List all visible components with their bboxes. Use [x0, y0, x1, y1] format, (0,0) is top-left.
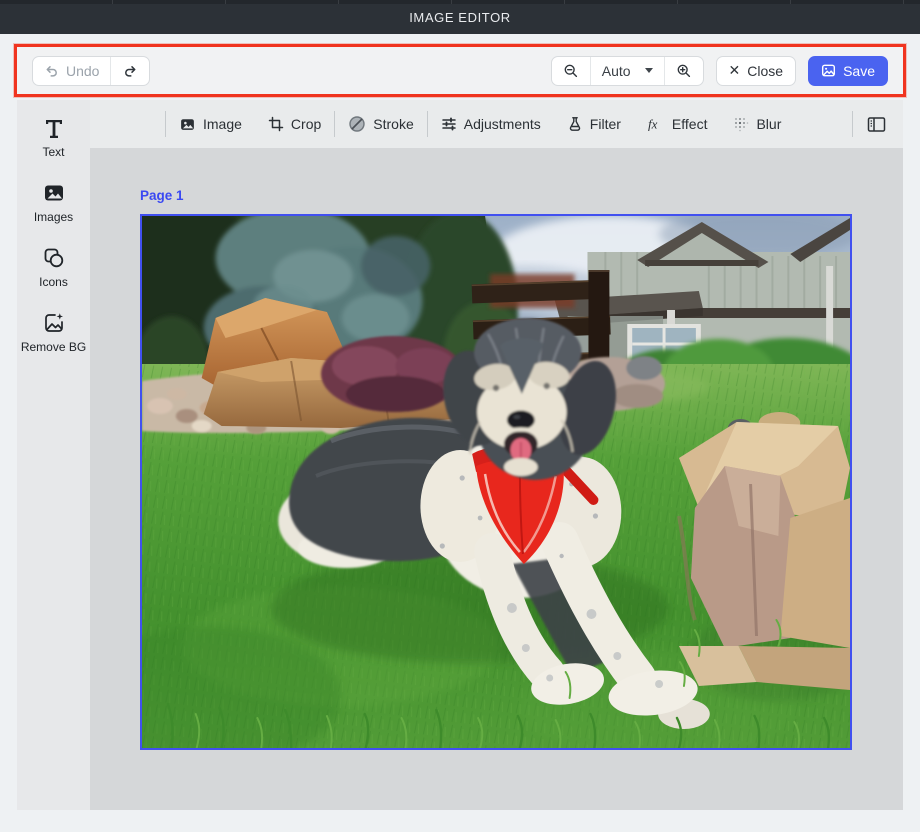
zoom-control-group: Auto	[551, 56, 704, 86]
blur-dots-icon	[733, 116, 749, 132]
tool-blur[interactable]: Blur	[720, 100, 794, 148]
stroke-none-icon	[348, 115, 366, 133]
fx-effect-icon: fx	[647, 116, 665, 132]
save-label: Save	[843, 63, 875, 79]
remove-bg-icon	[42, 311, 66, 335]
editor-main: Text Images Icons	[17, 100, 903, 810]
filter-flask-icon	[567, 116, 583, 132]
zoom-out-icon	[563, 63, 579, 79]
photo-dog-in-yard[interactable]	[142, 216, 850, 748]
tool-label: Effect	[672, 116, 708, 132]
tool-label: Adjustments	[464, 116, 541, 132]
image-icon	[179, 116, 196, 133]
adjustments-icon	[441, 116, 457, 132]
window-title: IMAGE EDITOR	[409, 10, 511, 25]
window-title-bar: IMAGE EDITOR	[0, 0, 920, 34]
artboard-page-1[interactable]	[140, 214, 852, 750]
tool-adjustments[interactable]: Adjustments	[428, 100, 554, 148]
redo-icon	[122, 63, 138, 79]
tool-label: Stroke	[373, 116, 413, 132]
tool-effect[interactable]: fx Effect	[634, 100, 721, 148]
undo-label: Undo	[66, 63, 99, 79]
zoom-level-dropdown[interactable]: Auto	[590, 57, 664, 85]
editor-column: Image Crop	[90, 100, 903, 810]
sidebar-item-label: Images	[34, 210, 73, 225]
main-toolbar: Undo Auto	[14, 44, 906, 97]
photo-purple-shrub	[321, 336, 464, 412]
chevron-down-icon	[645, 68, 653, 73]
image-save-icon	[821, 63, 836, 78]
side-panel-icon	[867, 116, 886, 133]
close-label: Close	[747, 63, 783, 79]
save-button[interactable]: Save	[808, 56, 888, 86]
images-icon	[42, 181, 66, 205]
text-icon	[42, 116, 66, 140]
zoom-in-button[interactable]	[664, 57, 703, 85]
tool-label: Blur	[756, 116, 781, 132]
redo-button[interactable]	[110, 57, 149, 85]
sidebar-item-label: Remove BG	[21, 340, 86, 355]
sidebar-item-images[interactable]: Images	[21, 181, 87, 225]
zoom-level-value: Auto	[602, 63, 631, 79]
undo-icon	[44, 63, 60, 79]
zoom-in-icon	[676, 63, 692, 79]
canvas-area[interactable]: Page 1	[90, 148, 903, 810]
icons-icon	[42, 246, 66, 270]
crop-icon	[268, 116, 284, 132]
tool-label: Filter	[590, 116, 621, 132]
close-icon: ✕	[729, 62, 741, 79]
undo-button[interactable]: Undo	[33, 57, 110, 85]
tool-image[interactable]: Image	[166, 100, 255, 148]
svg-text:fx: fx	[648, 117, 658, 132]
sidebar-item-text[interactable]: Text	[21, 116, 87, 160]
sidebar-item-label: Icons	[39, 275, 68, 290]
tool-stroke[interactable]: Stroke	[335, 100, 426, 148]
page-label: Page 1	[140, 188, 184, 203]
tool-label: Crop	[291, 116, 321, 132]
left-sidebar: Text Images Icons	[17, 100, 90, 810]
toggle-side-panel-button[interactable]	[853, 116, 886, 133]
sidebar-item-icons[interactable]: Icons	[21, 246, 87, 290]
close-button[interactable]: ✕ Close	[716, 56, 797, 86]
tool-filter[interactable]: Filter	[554, 100, 634, 148]
tool-crop[interactable]: Crop	[255, 100, 334, 148]
sidebar-item-remove-bg[interactable]: Remove BG	[21, 311, 87, 355]
tool-label: Image	[203, 116, 242, 132]
edit-tools-group: Image Crop	[165, 100, 794, 148]
history-button-group: Undo	[32, 56, 150, 86]
zoom-out-button[interactable]	[552, 57, 590, 85]
sidebar-item-label: Text	[42, 145, 64, 160]
edit-toolbar: Image Crop	[90, 100, 903, 148]
